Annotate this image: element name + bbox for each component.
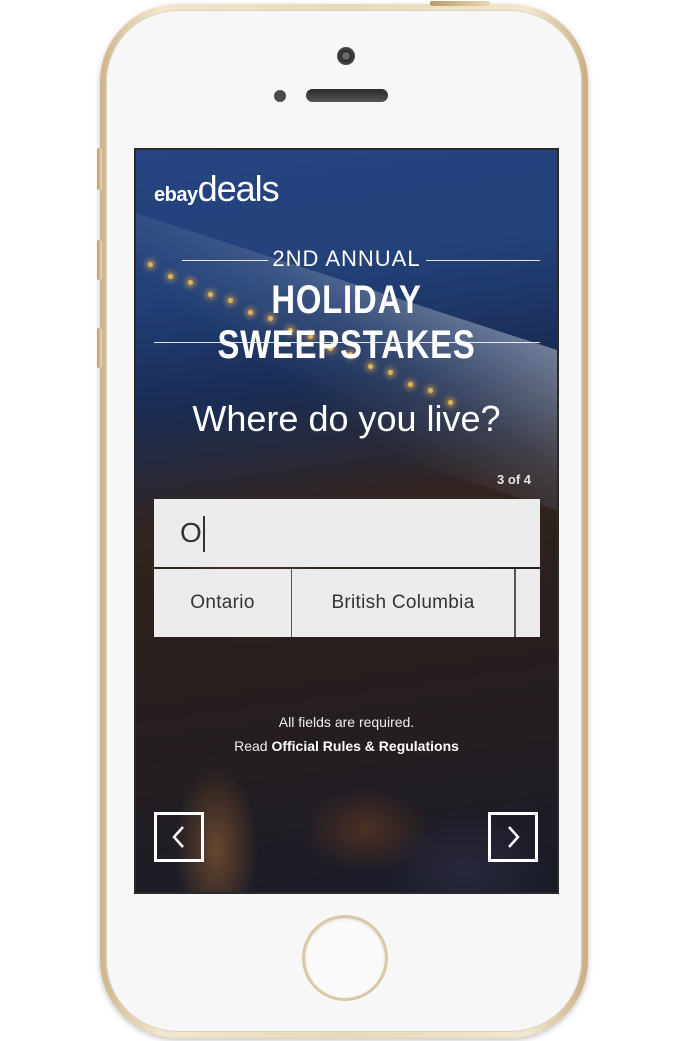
official-rules-link[interactable]: Official Rules & Regulations — [271, 738, 458, 754]
volume-down-button — [97, 328, 102, 368]
volume-up-button — [97, 240, 102, 280]
page-title: HOLIDAY SWEEPSTAKES — [217, 278, 476, 367]
power-button — [430, 1, 490, 6]
suggestion-list: Ontario British Columbia — [154, 569, 540, 637]
earpiece-speaker — [306, 89, 388, 102]
required-note: All fields are required. — [278, 714, 415, 730]
home-button[interactable] — [305, 918, 385, 998]
mute-switch — [97, 148, 102, 190]
chevron-left-icon — [172, 826, 184, 848]
step-indicator: 3 of 4 — [497, 472, 531, 487]
ebay-deals-logo: ebaydeals — [154, 168, 280, 210]
rules-prefix: Read — [234, 738, 268, 754]
location-input[interactable] — [154, 499, 540, 567]
form-footer: All fields are required. Read Official R… — [136, 710, 557, 758]
logo-brand: ebay — [154, 184, 198, 206]
text-caret — [203, 516, 205, 552]
front-camera-icon — [337, 47, 355, 65]
divider-bottom — [154, 342, 540, 343]
question-heading: Where do you live? — [192, 398, 501, 439]
suggestion-ontario[interactable]: Ontario — [154, 569, 292, 637]
subtitle: 2ND ANNUAL — [272, 246, 421, 271]
back-button[interactable] — [154, 812, 204, 862]
logo-product: deals — [197, 168, 280, 209]
rules-line: Read Official Rules & Regulations — [136, 734, 557, 758]
proximity-sensor — [274, 90, 286, 102]
chevron-right-icon — [508, 826, 520, 848]
suggestion-partial[interactable] — [515, 569, 540, 637]
next-button[interactable] — [488, 812, 538, 862]
app-screen: ebaydeals 2ND ANNUAL HOLIDAY SWEEPSTAKES… — [134, 148, 559, 894]
suggestion-british-columbia[interactable]: British Columbia — [292, 569, 515, 637]
